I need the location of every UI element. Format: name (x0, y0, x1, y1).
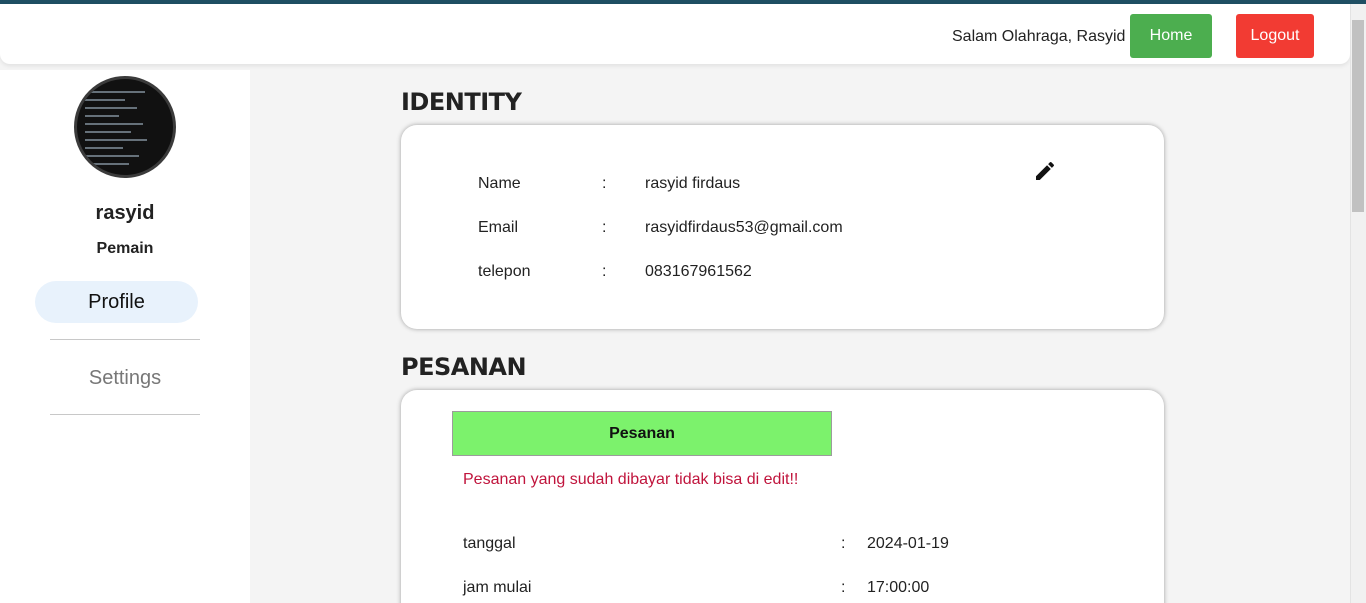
pencil-icon[interactable] (1033, 159, 1057, 183)
jam-mulai-colon: : (841, 579, 846, 596)
sidebar-username: rasyid (95, 202, 155, 224)
identity-card: Name : rasyid firdaus Email : rasyidfird… (401, 125, 1164, 329)
telepon-value: 083167961562 (645, 263, 752, 280)
jam-mulai-value: 17:00:00 (867, 579, 930, 596)
sidebar-item-settings[interactable]: Settings (0, 367, 250, 390)
email-label: Email (478, 219, 519, 236)
sidebar-role: Pemain (96, 240, 154, 257)
name-label: Name (478, 175, 521, 192)
identity-title: IDENTITY (401, 88, 522, 116)
logout-button[interactable]: Logout (1236, 14, 1314, 58)
email-colon: : (602, 219, 607, 236)
tanggal-label: tanggal (463, 535, 516, 552)
tanggal-colon: : (841, 535, 846, 552)
name-colon: : (602, 175, 607, 192)
pesanan-button[interactable]: Pesanan (452, 411, 832, 456)
name-value: rasyid firdaus (645, 175, 741, 192)
sidebar-divider (50, 414, 200, 415)
pesanan-card: Pesanan Pesanan yang sudah dibayar tidak… (401, 390, 1164, 603)
pesanan-title: PESANAN (401, 353, 527, 381)
sidebar-divider (50, 339, 200, 340)
telepon-colon: : (602, 263, 607, 280)
scrollbar-thumb[interactable] (1352, 20, 1364, 212)
paid-order-warning: Pesanan yang sudah dibayar tidak bisa di… (463, 471, 799, 488)
jam-mulai-label: jam mulai (463, 579, 532, 596)
avatar (74, 76, 176, 178)
top-navbar: Salam Olahraga, Rasyid Home Logout (0, 4, 1350, 64)
tanggal-value: 2024-01-19 (867, 535, 949, 552)
sidebar: rasyid Pemain Profile Settings (0, 70, 250, 603)
telepon-label: telepon (478, 263, 531, 280)
home-button[interactable]: Home (1130, 14, 1212, 58)
email-value: rasyidfirdaus53@gmail.com (645, 219, 843, 236)
greeting-text: Salam Olahraga, Rasyid (952, 28, 1126, 45)
sidebar-item-profile[interactable]: Profile (35, 281, 198, 323)
